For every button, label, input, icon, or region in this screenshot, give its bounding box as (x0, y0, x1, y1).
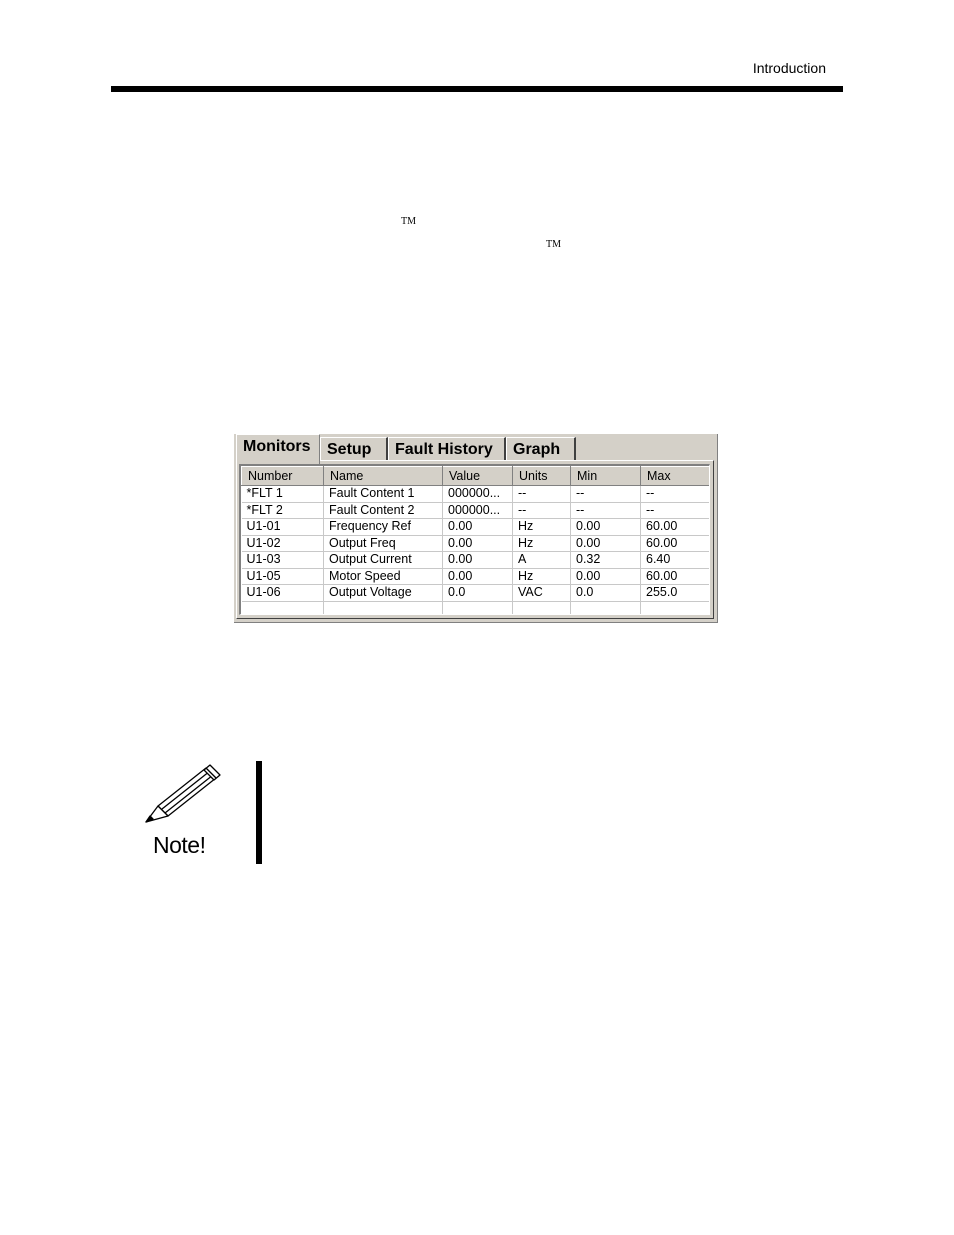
header-rule (111, 86, 843, 92)
column-header-units[interactable]: Units (512, 466, 571, 486)
cell-name: Output Current (323, 551, 443, 569)
cell-min: 0.00 (570, 518, 641, 536)
cell-min: 0.00 (570, 535, 641, 552)
note-bar (256, 761, 262, 864)
table-row[interactable]: U1-05 Motor Speed 0.00 Hz 0.00 60.00 (241, 568, 709, 585)
cell-min: 0.0 (570, 584, 641, 602)
cell-units: A (512, 551, 571, 569)
cell-number: *FLT 2 (241, 502, 324, 519)
tab-setup[interactable]: Setup (320, 437, 388, 461)
cell-min: -- (570, 502, 641, 519)
cell-number: U1-05 (241, 568, 324, 585)
cell-name: Output Freq (323, 535, 443, 552)
trademark-symbol: TM (401, 216, 416, 227)
cell-name: Motor Speed (323, 568, 443, 585)
note-label: Note! (153, 832, 206, 858)
table-row[interactable]: U1-02 Output Freq 0.00 Hz 0.00 60.00 (241, 535, 709, 552)
cell-value: 0.00 (442, 551, 513, 569)
cell-number: U1-03 (241, 551, 324, 569)
column-header-min[interactable]: Min (570, 466, 641, 486)
tab-monitors[interactable]: Monitors (236, 434, 320, 464)
table-header-row: Number Name Value Units Min Max (241, 466, 709, 486)
cell-max: -- (640, 502, 709, 519)
cell-number: U1-01 (241, 518, 324, 536)
tab-strip: Monitors Setup Fault History Graph (234, 434, 717, 464)
cell-units: -- (512, 502, 571, 519)
cell-max (640, 601, 709, 614)
cell-value: 0.00 (442, 518, 513, 536)
cell-name (323, 601, 443, 614)
pencil-icon (145, 764, 221, 823)
cell-name: Fault Content 2 (323, 502, 443, 519)
tab-fault-history[interactable]: Fault History (388, 437, 506, 461)
cell-max: 255.0 (640, 584, 709, 602)
cell-min: 0.32 (570, 551, 641, 569)
cell-value: 000000... (442, 485, 513, 503)
table-row[interactable] (241, 601, 709, 614)
table-row[interactable]: *FLT 2 Fault Content 2 000000... -- -- -… (241, 502, 709, 519)
cell-number: U1-02 (241, 535, 324, 552)
cell-max: -- (640, 485, 709, 503)
cell-units: Hz (512, 518, 571, 536)
cell-value (442, 601, 513, 614)
cell-max: 6.40 (640, 551, 709, 569)
tab-graph[interactable]: Graph (506, 437, 576, 461)
cell-min: -- (570, 485, 641, 503)
column-header-name[interactable]: Name (323, 466, 443, 486)
cell-units: VAC (512, 584, 571, 602)
table-row[interactable]: U1-01 Frequency Ref 0.00 Hz 0.00 60.00 (241, 518, 709, 536)
cell-name: Output Voltage (323, 584, 443, 602)
cell-name: Frequency Ref (323, 518, 443, 536)
tab-panel: Number Name Value Units Min Max *FLT 1 F… (236, 460, 714, 619)
monitors-window: Monitors Setup Fault History Graph Numbe… (234, 434, 718, 623)
cell-value: 000000... (442, 502, 513, 519)
cell-min (570, 601, 641, 614)
table-row[interactable]: *FLT 1 Fault Content 1 000000... -- -- -… (241, 485, 709, 503)
monitor-table: Number Name Value Units Min Max *FLT 1 F… (241, 466, 709, 614)
cell-number (241, 601, 324, 614)
cell-min: 0.00 (570, 568, 641, 585)
column-header-number[interactable]: Number (241, 466, 324, 486)
cell-name: Fault Content 1 (323, 485, 443, 503)
cell-units: Hz (512, 535, 571, 552)
cell-units (512, 601, 571, 614)
column-header-max[interactable]: Max (640, 466, 709, 486)
column-header-value[interactable]: Value (442, 466, 513, 486)
cell-number: U1-06 (241, 584, 324, 602)
monitor-list[interactable]: Number Name Value Units Min Max *FLT 1 F… (239, 464, 710, 615)
trademark-symbol: TM (546, 239, 561, 250)
cell-max: 60.00 (640, 518, 709, 536)
cell-number: *FLT 1 (241, 485, 324, 503)
cell-max: 60.00 (640, 535, 709, 552)
cell-value: 0.00 (442, 535, 513, 552)
table-row[interactable]: U1-06 Output Voltage 0.0 VAC 0.0 255.0 (241, 584, 709, 602)
cell-value: 0.0 (442, 584, 513, 602)
cell-max: 60.00 (640, 568, 709, 585)
cell-units: Hz (512, 568, 571, 585)
cell-units: -- (512, 485, 571, 503)
page-header-title: Introduction (752, 60, 826, 76)
table-row[interactable]: U1-03 Output Current 0.00 A 0.32 6.40 (241, 551, 709, 569)
cell-value: 0.00 (442, 568, 513, 585)
